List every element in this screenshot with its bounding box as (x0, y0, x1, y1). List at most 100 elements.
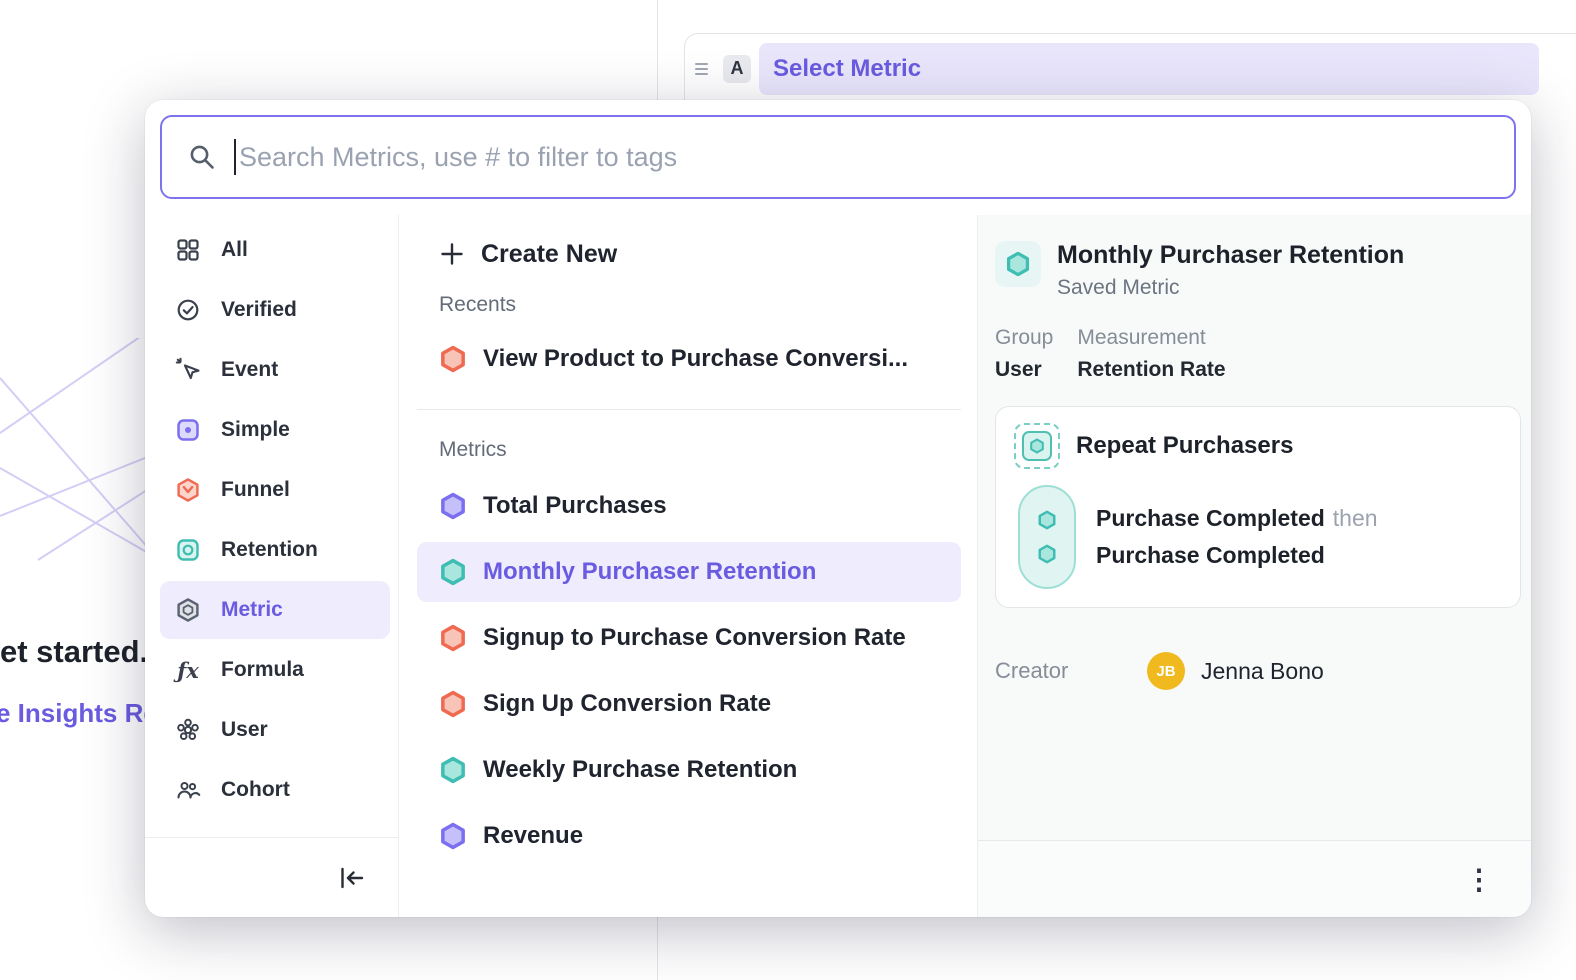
sidebar-item-retention[interactable]: Retention (160, 521, 390, 579)
field-value: Retention Rate (1077, 358, 1225, 382)
sidebar-item-label: Event (221, 358, 278, 382)
retention-metric-icon (439, 756, 467, 784)
sidebar-item-funnel[interactable]: Funnel (160, 461, 390, 519)
metric-row-label: Signup to Purchase Conversion Rate (483, 624, 906, 652)
detail-header: Monthly Purchaser Retention Saved Metric (995, 241, 1521, 300)
funnel-metric-icon (439, 690, 467, 718)
background-link-fragment[interactable]: e Insights Re (0, 698, 158, 729)
search-input[interactable] (239, 142, 1488, 173)
metric-row-label: Monthly Purchaser Retention (483, 558, 816, 586)
sidebar-item-label: Verified (221, 298, 297, 322)
metric-detail-panel: Monthly Purchaser Retention Saved Metric… (978, 215, 1531, 917)
sidebar-footer (145, 837, 398, 917)
simple-icon (175, 417, 201, 443)
metric-icon (175, 597, 201, 623)
select-metric-field[interactable]: Select Metric (759, 43, 1539, 95)
grid-icon (175, 237, 201, 263)
metric-row-label: View Product to Purchase Conversi... (483, 345, 908, 373)
background-chart-decoration (0, 338, 150, 578)
step-hexagon-icon (1037, 510, 1057, 530)
simple-metric-icon (439, 822, 467, 850)
sidebar-item-label: Funnel (221, 478, 290, 502)
metric-row-selected[interactable]: Monthly Purchaser Retention (417, 542, 961, 602)
metric-row[interactable]: Revenue (417, 806, 961, 866)
metric-list-column: Create New Recents View Product to Purch… (399, 215, 978, 917)
event-icon (175, 357, 201, 383)
retention-icon (175, 537, 201, 563)
detail-footer: ⋮ (978, 840, 1531, 917)
metric-picker-modal: All Verified Event (145, 100, 1531, 917)
sidebar-item-label: Simple (221, 418, 290, 442)
collapse-sidebar-icon (339, 867, 365, 889)
recents-header: Recents (417, 293, 961, 317)
page-divider-bottom (657, 917, 658, 980)
recent-metric-row[interactable]: View Product to Purchase Conversi... (417, 329, 961, 389)
field-value: User (995, 358, 1053, 382)
retention-steps-pill (1018, 485, 1076, 589)
metric-row[interactable]: Sign Up Conversion Rate (417, 674, 961, 734)
saved-metric-icon (995, 241, 1041, 287)
sidebar-item-label: Retention (221, 538, 318, 562)
collapse-sidebar-button[interactable] (332, 858, 372, 898)
metric-definition-card: Repeat Purchasers Purchase Completedthen (995, 406, 1521, 608)
sidebar-item-user[interactable]: User (160, 701, 390, 759)
search-icon (188, 143, 216, 171)
metric-row-label: Weekly Purchase Retention (483, 756, 797, 784)
sidebar-item-verified[interactable]: Verified (160, 281, 390, 339)
funnel-icon (175, 477, 201, 503)
sidebar-item-label: All (221, 238, 248, 262)
field-group: Group User (995, 326, 1053, 382)
page-divider-top (657, 0, 658, 100)
create-new-label: Create New (481, 240, 617, 269)
sidebar-item-metric[interactable]: Metric (160, 581, 390, 639)
retention-metric-icon (439, 558, 467, 586)
step-hexagon-icon (1037, 544, 1057, 564)
user-icon (175, 717, 201, 743)
repeat-purchasers-icon (1014, 423, 1060, 469)
list-divider (417, 409, 961, 410)
text-caret (234, 139, 236, 175)
funnel-metric-icon (439, 624, 467, 652)
sidebar-item-label: Metric (221, 598, 283, 622)
background-heading-fragment: et started. (0, 634, 148, 670)
metric-row[interactable]: Signup to Purchase Conversion Rate (417, 608, 961, 668)
create-new-button[interactable]: Create New (417, 229, 961, 279)
metric-row-label: Sign Up Conversion Rate (483, 690, 771, 718)
creator-row: Creator JB Jenna Bono (995, 652, 1521, 690)
sidebar-item-formula[interactable]: ƒx Formula (160, 641, 390, 699)
step-two: Purchase Completed (1096, 542, 1378, 569)
overflow-menu-icon[interactable]: ⋮ (1459, 859, 1499, 899)
sidebar-item-all[interactable]: All (160, 221, 390, 279)
detail-fields: Group User Measurement Retention Rate (995, 326, 1521, 382)
sidebar-item-simple[interactable]: Simple (160, 401, 390, 459)
metric-row[interactable]: Weekly Purchase Retention (417, 740, 961, 800)
funnel-metric-icon (439, 345, 467, 373)
filter-list: All Verified Event (145, 215, 398, 837)
definition-title: Repeat Purchasers (1076, 432, 1293, 460)
formula-icon: ƒx (175, 657, 201, 683)
drag-handle-icon[interactable] (691, 59, 712, 79)
field-label: Group (995, 326, 1053, 350)
sidebar-item-label: Formula (221, 658, 304, 682)
filter-sidebar: All Verified Event (145, 215, 399, 917)
search-area (145, 100, 1531, 215)
cohort-icon (175, 777, 201, 803)
query-builder-row: A Select Metric (684, 33, 1576, 103)
field-label: Measurement (1077, 326, 1225, 350)
metric-row-label: Total Purchases (483, 492, 667, 520)
series-badge[interactable]: A (723, 55, 751, 83)
detail-title: Monthly Purchaser Retention (1057, 241, 1404, 270)
step-one: Purchase Completedthen (1096, 505, 1378, 532)
sidebar-item-event[interactable]: Event (160, 341, 390, 399)
verified-icon (175, 297, 201, 323)
metric-row-label: Revenue (483, 822, 583, 850)
plus-icon (439, 241, 465, 267)
sidebar-item-cohort[interactable]: Cohort (160, 761, 390, 819)
creator-name: Jenna Bono (1201, 658, 1324, 685)
creator-label: Creator (995, 658, 1147, 684)
metric-row[interactable]: Total Purchases (417, 476, 961, 536)
search-bar[interactable] (160, 115, 1516, 199)
field-measurement: Measurement Retention Rate (1077, 326, 1225, 382)
simple-metric-icon (439, 492, 467, 520)
creator-avatar: JB (1147, 652, 1185, 690)
